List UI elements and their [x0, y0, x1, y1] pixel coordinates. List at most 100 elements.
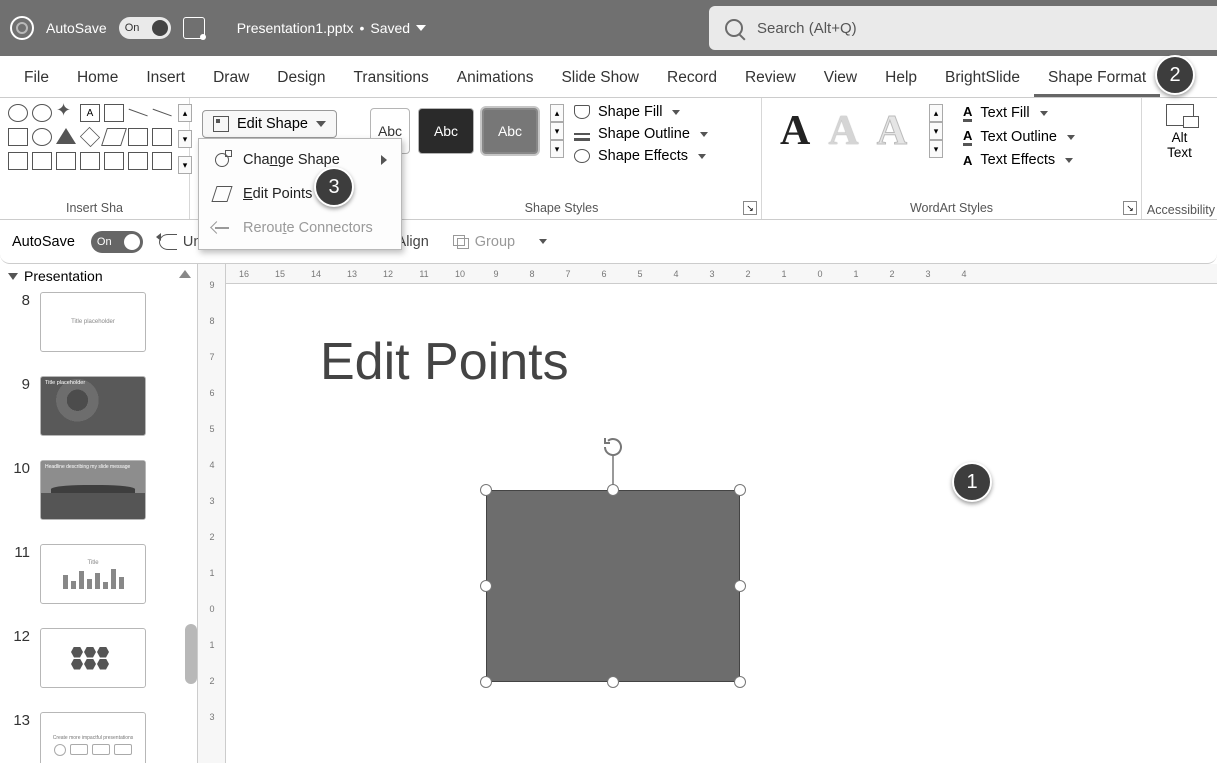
pane-collapse-icon[interactable] — [179, 270, 191, 278]
shape-circle-icon[interactable] — [32, 104, 52, 122]
resize-handle-w[interactable] — [480, 580, 492, 592]
shape-wave-icon[interactable] — [104, 152, 124, 170]
tab-slideshow[interactable]: Slide Show — [547, 59, 653, 97]
shape-pentagon-icon[interactable] — [56, 152, 76, 170]
presentation-header[interactable]: Presentation — [0, 264, 197, 288]
text-effects-label: Text Effects — [980, 152, 1055, 168]
search-box[interactable]: Search (Alt+Q) — [709, 6, 1217, 50]
slide-title[interactable]: Edit Points — [320, 332, 569, 392]
quick-access-toolbar: AutoSave On Undo Eyedropper Align Group — [0, 220, 1217, 264]
resize-handle-se[interactable] — [734, 676, 746, 688]
qat-more-button[interactable] — [539, 239, 547, 244]
slides-scrollbar-thumb[interactable] — [185, 624, 197, 684]
style-more-button[interactable]: ▾ — [550, 140, 564, 158]
shape-styles-dialog-launcher[interactable]: ↘ — [743, 201, 757, 215]
tab-design[interactable]: Design — [263, 59, 339, 97]
document-title[interactable]: Presentation1.pptx • Saved — [237, 20, 426, 36]
tab-insert[interactable]: Insert — [132, 59, 199, 97]
undo-icon — [159, 234, 177, 250]
shape-textbox-icon[interactable]: A — [80, 104, 100, 122]
text-effects-button[interactable]: A Text Effects — [963, 152, 1075, 168]
shapes-gallery[interactable]: A — [8, 104, 174, 174]
selected-rectangle-shape[interactable] — [486, 490, 740, 682]
ruler-tick: 9 — [478, 269, 514, 279]
menu-edit-points[interactable]: Edit Points — [199, 177, 401, 211]
shape-curve-icon[interactable] — [128, 152, 148, 170]
wordart-style-1[interactable]: A — [780, 107, 810, 155]
thumb-canvas: Create more impactful presentations — [40, 712, 146, 763]
resize-handle-s[interactable] — [607, 676, 619, 688]
tab-record[interactable]: Record — [653, 59, 731, 97]
group-button[interactable]: Group — [453, 234, 515, 250]
slide-thumb-9[interactable]: 9 Title placeholder — [8, 376, 197, 436]
shape-arrow-right-icon[interactable] — [8, 152, 28, 170]
tab-file[interactable]: File — [10, 59, 63, 97]
thumbnail-list: 8 Title placeholder 9 Title placeholder … — [0, 288, 197, 763]
tab-draw[interactable]: Draw — [199, 59, 263, 97]
thumb-number: 8 — [8, 292, 30, 309]
text-outline-button[interactable]: A Text Outline — [963, 128, 1075, 146]
wordart-style-2[interactable]: A — [828, 107, 858, 155]
filename-text: Presentation1.pptx — [237, 20, 354, 36]
slide-thumb-12[interactable]: 12 — [8, 628, 197, 688]
wordart-more-button[interactable]: ▾ — [929, 140, 943, 158]
resize-handle-sw[interactable] — [480, 676, 492, 688]
tab-transitions[interactable]: Transitions — [340, 59, 443, 97]
wordart-up-button[interactable]: ▴ — [929, 104, 943, 122]
shape-effects-button[interactable]: Shape Effects — [574, 148, 708, 164]
toggle-knob — [152, 20, 168, 36]
shape-freeform-icon[interactable] — [152, 152, 172, 170]
slide-thumb-10[interactable]: 10 Headline describing my slide message — [8, 460, 197, 520]
wordart-style-3[interactable]: A — [877, 107, 907, 155]
qat-autosave-toggle[interactable]: On — [91, 231, 143, 253]
style-up-button[interactable]: ▴ — [550, 104, 564, 122]
tab-brightslide[interactable]: BrightSlide — [931, 59, 1034, 97]
rotation-handle[interactable] — [600, 435, 626, 459]
tab-home[interactable]: Home — [63, 59, 132, 97]
tab-shape-format[interactable]: Shape Format — [1034, 59, 1160, 97]
resize-handle-n[interactable] — [607, 484, 619, 496]
version-history-icon[interactable] — [183, 17, 205, 39]
menu-reroute-connectors: Reroute Connectors — [199, 211, 401, 245]
edit-shape-button[interactable]: Edit Shape — [202, 110, 337, 138]
text-fill-button[interactable]: A Text Fill — [963, 104, 1075, 122]
tab-review[interactable]: Review — [731, 59, 810, 97]
shape-fill-button[interactable]: Shape Fill — [574, 104, 708, 120]
shape-star-icon[interactable] — [56, 104, 76, 122]
ruler-tick: 1 — [838, 269, 874, 279]
slide-thumb-13[interactable]: 13 Create more impactful presentations — [8, 712, 197, 763]
shape-rect-icon[interactable] — [104, 104, 124, 122]
style-down-button[interactable]: ▾ — [550, 122, 564, 140]
slide-canvas-area[interactable]: Edit Points — [226, 284, 1217, 763]
shape-diamond-icon[interactable] — [80, 127, 100, 147]
effects-icon — [574, 149, 590, 163]
tab-animations[interactable]: Animations — [443, 59, 548, 97]
shape-smiley-icon[interactable] — [8, 104, 28, 122]
resize-handle-nw[interactable] — [480, 484, 492, 496]
shape-ellipse-icon[interactable] — [32, 128, 52, 146]
shape-outline-label: Shape Outline — [598, 126, 690, 142]
resize-handle-e[interactable] — [734, 580, 746, 592]
slide-thumb-11[interactable]: 11 Title — [8, 544, 197, 604]
reroute-icon — [213, 219, 231, 237]
shape-cloud-icon[interactable] — [80, 152, 100, 170]
alt-text-button[interactable]: Alt Text — [1150, 104, 1209, 160]
resize-handle-ne[interactable] — [734, 484, 746, 496]
shape-outline-button[interactable]: Shape Outline — [574, 126, 708, 142]
shape-arrow-down-icon[interactable] — [32, 152, 52, 170]
wordart-down-button[interactable]: ▾ — [929, 122, 943, 140]
tab-view[interactable]: View — [810, 59, 871, 97]
tab-help[interactable]: Help — [871, 59, 931, 97]
autosave-toggle[interactable]: On — [119, 17, 171, 39]
style-swatch-3[interactable]: Abc — [482, 108, 538, 154]
slide-thumb-8[interactable]: 8 Title placeholder — [8, 292, 197, 352]
menu-change-shape[interactable]: Change Shape — [199, 143, 401, 177]
style-swatch-2[interactable]: Abc — [418, 108, 474, 154]
shape-triangle-icon[interactable] — [56, 128, 76, 144]
ruler-tick: 1 — [766, 269, 802, 279]
wordart-dialog-launcher[interactable]: ↘ — [1123, 201, 1137, 215]
search-icon — [725, 19, 743, 37]
shape-square-icon[interactable] — [8, 128, 28, 146]
text-effects-icon: A — [963, 153, 972, 168]
shape-parallelogram-icon[interactable] — [101, 128, 127, 146]
